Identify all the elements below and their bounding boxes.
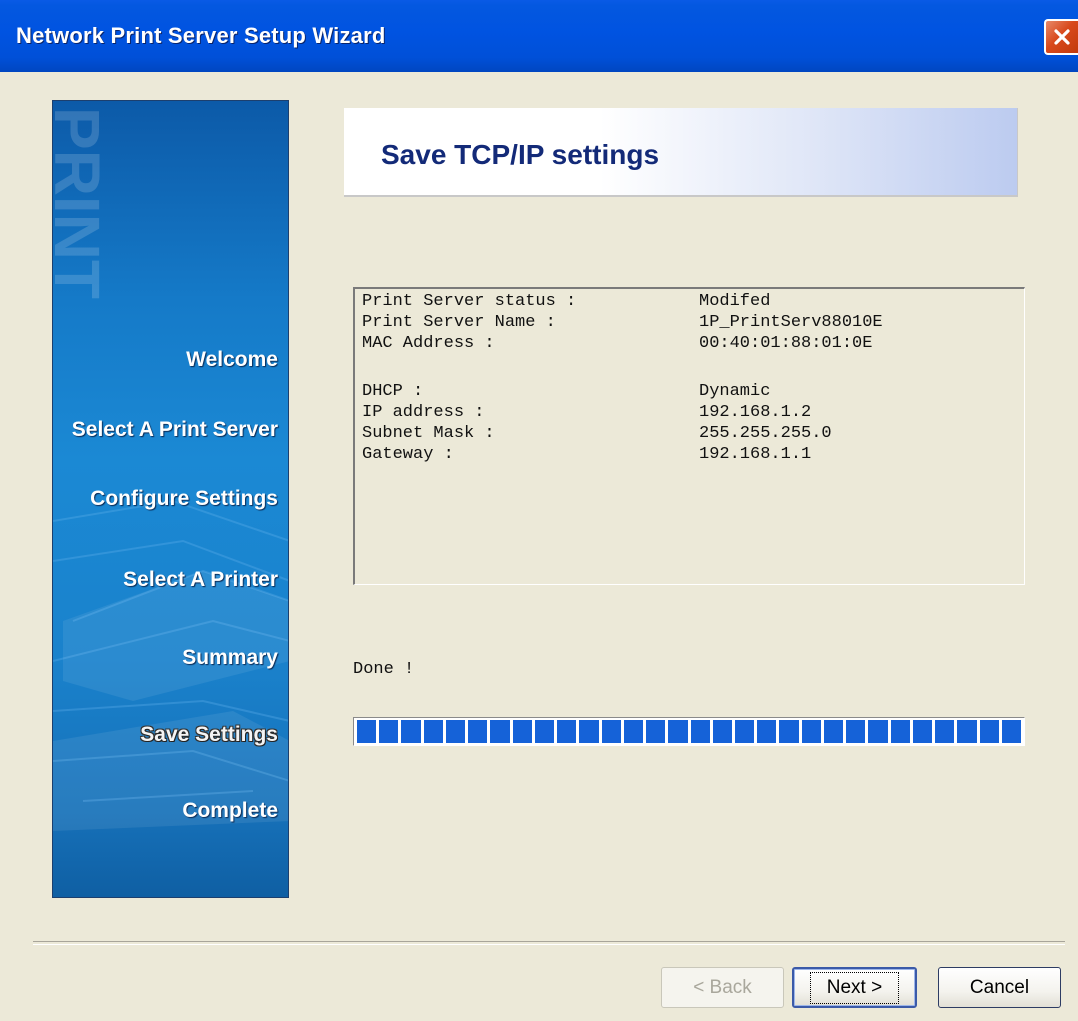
divider (33, 941, 1065, 945)
settings-summary-box[interactable]: Print Server status : Modifed Print Serv… (353, 287, 1025, 585)
title-bar: Network Print Server Setup Wizard (0, 0, 1078, 72)
cancel-button[interactable]: Cancel (938, 967, 1061, 1008)
next-button[interactable]: Next > (792, 967, 917, 1008)
mac-address-label: MAC Address : (362, 334, 495, 353)
gateway-label: Gateway : (362, 445, 454, 464)
server-name-label: Print Server Name : (362, 313, 556, 332)
progress-segment (646, 720, 666, 743)
progress-segment (490, 720, 510, 743)
progress-segment (846, 720, 866, 743)
wizard-steps-panel: PRINT Welcome Select A Print Server Conf… (52, 100, 289, 898)
ip-address-label: IP address : (362, 403, 485, 422)
subnet-mask-label: Subnet Mask : (362, 424, 495, 443)
progress-segment (801, 720, 821, 743)
gateway-value: 192.168.1.1 (699, 445, 812, 464)
progress-segment (890, 720, 910, 743)
close-icon (1054, 29, 1070, 45)
step-configure-settings: Configure Settings (90, 487, 278, 510)
server-name-value: 1P_PrintServ88010E (699, 313, 883, 332)
dhcp-label: DHCP : (362, 382, 424, 401)
step-welcome: Welcome (186, 348, 278, 371)
progress-segment (579, 720, 599, 743)
mac-address-value: 00:40:01:88:01:0E (699, 334, 873, 353)
progress-segment (445, 720, 466, 743)
progress-segment (601, 720, 621, 743)
progress-segment (401, 720, 421, 743)
progress-segment (757, 720, 777, 743)
dhcp-value: Dynamic (699, 382, 771, 401)
status-text: Done ! (353, 660, 415, 679)
progress-segment (468, 720, 488, 743)
progress-segment (712, 720, 732, 743)
step-select-printer: Select A Printer (123, 568, 278, 591)
back-button[interactable]: < Back (661, 967, 784, 1008)
progress-segment (690, 720, 710, 743)
next-button-label: Next > (809, 971, 900, 1004)
progress-segment (957, 720, 977, 743)
page-header: Save TCP/IP settings (344, 108, 1018, 197)
step-complete: Complete (182, 799, 278, 822)
progress-segment (1001, 720, 1022, 743)
step-select-print-server: Select A Print Server (71, 418, 278, 441)
progress-segment (734, 720, 755, 743)
progress-segment (912, 720, 933, 743)
progress-segment (823, 720, 844, 743)
progress-segment (512, 720, 532, 743)
close-button[interactable] (1044, 19, 1078, 55)
print-watermark: PRINT (52, 107, 109, 299)
progress-segment (779, 720, 799, 743)
step-summary: Summary (182, 646, 278, 669)
progress-segment (868, 720, 888, 743)
progress-segment (534, 720, 555, 743)
progress-segment (423, 720, 443, 743)
page-title: Save TCP/IP settings (381, 139, 660, 170)
progress-segment (668, 720, 688, 743)
step-save-settings: Save Settings (140, 723, 278, 746)
progress-segment (623, 720, 644, 743)
svg-text:PRINT: PRINT (52, 107, 109, 299)
progress-bar (353, 717, 1025, 746)
progress-segment (935, 720, 955, 743)
ip-address-value: 192.168.1.2 (699, 403, 812, 422)
window-title: Network Print Server Setup Wizard (16, 23, 386, 48)
status-label: Print Server status : (362, 292, 577, 311)
progress-segment (357, 720, 377, 743)
subnet-mask-value: 255.255.255.0 (699, 424, 832, 443)
progress-segment (379, 720, 399, 743)
progress-segment (979, 720, 999, 743)
progress-segment (557, 720, 577, 743)
status-value: Modifed (699, 292, 771, 311)
